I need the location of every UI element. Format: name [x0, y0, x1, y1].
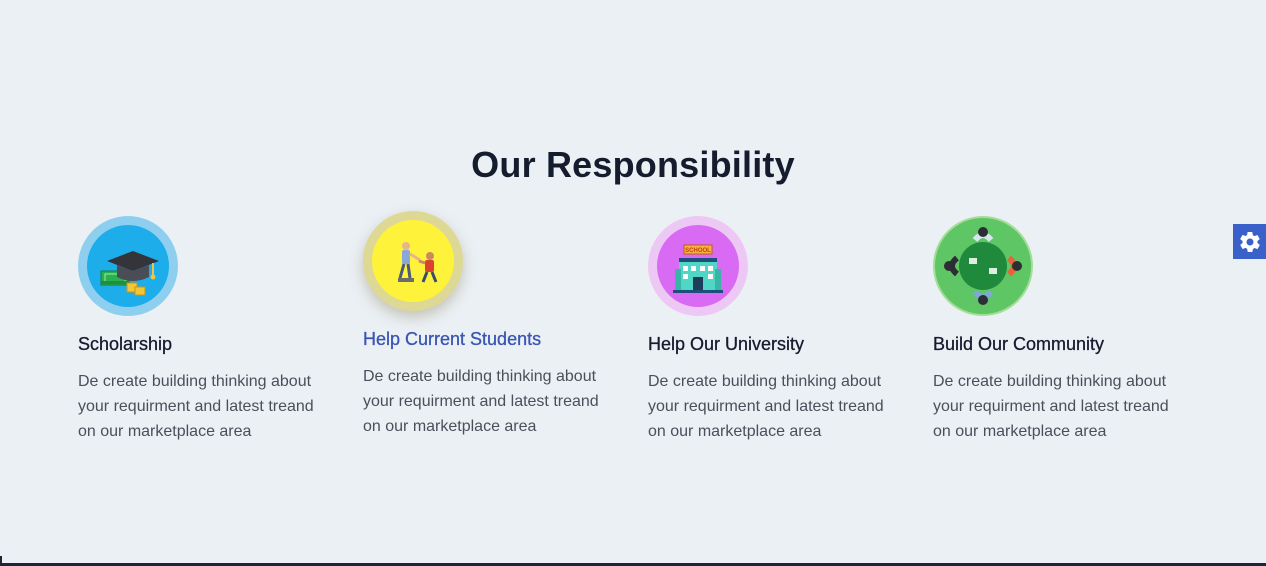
- card-title[interactable]: Help Our University: [648, 334, 898, 355]
- card-description: De create building thinking about your r…: [648, 373, 884, 440]
- gear-icon: [1239, 231, 1260, 252]
- settings-button[interactable]: [1233, 224, 1266, 259]
- card-build-our-community[interactable]: Build Our Community De create building t…: [933, 216, 1183, 444]
- school-sign-text: SCHOOL: [685, 248, 711, 254]
- card-title[interactable]: Scholarship: [78, 334, 328, 355]
- graduation-cap-icon: [87, 225, 169, 307]
- card-title[interactable]: Build Our Community: [933, 334, 1183, 355]
- card-description: De create building thinking about your r…: [363, 368, 599, 435]
- helping-students-icon: [372, 220, 454, 302]
- icon-ring: [363, 211, 463, 311]
- icon-ring: SCHOOL: [648, 216, 748, 316]
- card-help-our-university[interactable]: SCHOOL Help Our University De create bui…: [648, 216, 898, 444]
- card-description: De create building thinking about your r…: [78, 373, 314, 440]
- community-table-icon: [935, 218, 1031, 314]
- icon-ring: [78, 216, 178, 316]
- icon-ring: [933, 216, 1033, 316]
- card-help-current-students[interactable]: Help Current Students De create building…: [363, 211, 613, 439]
- section-title: Our Responsibility: [471, 143, 795, 185]
- card-description: De create building thinking about your r…: [933, 373, 1169, 440]
- school-building-icon: SCHOOL: [657, 225, 739, 307]
- card-title[interactable]: Help Current Students: [363, 329, 613, 350]
- card-scholarship[interactable]: Scholarship De create building thinking …: [78, 216, 328, 444]
